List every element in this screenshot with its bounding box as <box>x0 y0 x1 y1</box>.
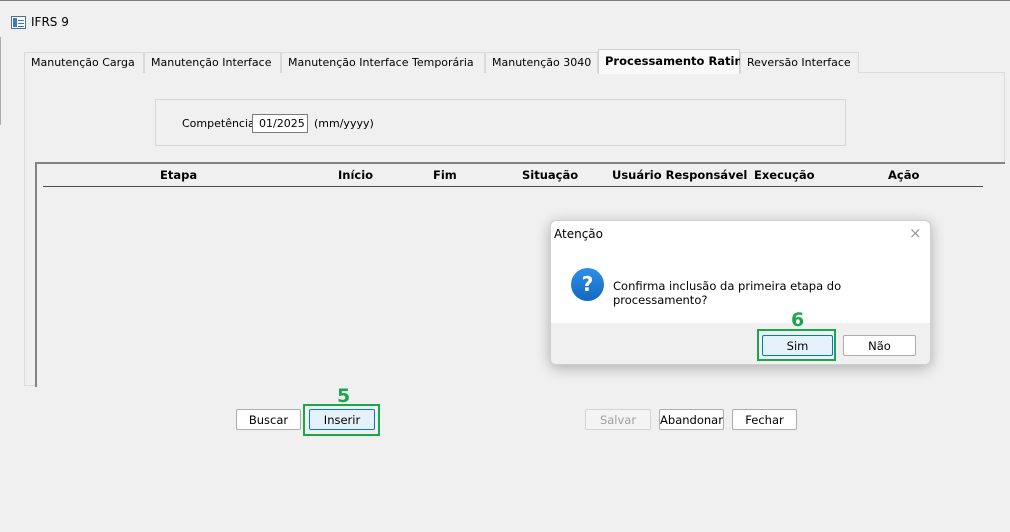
grid-header-divider <box>43 186 983 187</box>
close-icon[interactable]: × <box>909 224 922 242</box>
question-icon: ? <box>571 268 604 301</box>
salvar-button[interactable]: Salvar <box>585 409 651 430</box>
competencia-input[interactable]: 01/2025 <box>252 114 308 133</box>
dialog-title: Atenção <box>554 227 603 241</box>
tab-reversao-interface[interactable]: Reversão Interface <box>740 52 859 73</box>
column-etapa[interactable]: Etapa <box>160 168 197 182</box>
app-icon <box>11 16 26 29</box>
step-number-5: 5 <box>337 385 351 407</box>
nao-button[interactable]: Não <box>843 335 916 356</box>
grid-header: Etapa Início Fim Situação Usuário Respon… <box>37 164 1003 188</box>
tab-processamento-rating[interactable]: Processamento Rating <box>598 49 751 74</box>
competencia-label: Competência <box>182 117 255 130</box>
column-inicio[interactable]: Início <box>338 168 373 182</box>
abandonar-button[interactable]: Abandonar <box>659 409 724 430</box>
title-bar: IFRS 9 <box>0 2 1010 32</box>
buscar-button[interactable]: Buscar <box>236 409 301 430</box>
column-acao[interactable]: Ação <box>888 168 919 182</box>
competencia-format-hint: (mm/yyyy) <box>314 117 374 130</box>
window-edge <box>0 37 10 125</box>
confirm-dialog: Atenção × ? Confirma inclusão da primeir… <box>550 220 931 365</box>
dialog-button-bar: Sim Não <box>551 323 930 364</box>
column-fim[interactable]: Fim <box>433 168 457 182</box>
step-number-6: 6 <box>791 309 805 331</box>
fechar-button[interactable]: Fechar <box>732 409 797 430</box>
tab-manutencao-carga[interactable]: Manutenção Carga <box>24 52 144 73</box>
tab-manutencao-interface-temporaria[interactable]: Manutenção Interface Temporária <box>281 52 485 73</box>
tab-manutencao-3040[interactable]: Manutenção 3040 <box>485 52 598 73</box>
dialog-message: Confirma inclusão da primeira etapa do p… <box>613 279 842 307</box>
column-usuario-responsavel[interactable]: Usuário Responsável <box>612 168 747 182</box>
tab-manutencao-interface[interactable]: Manutenção Interface <box>144 52 281 73</box>
column-situacao[interactable]: Situação <box>522 168 578 182</box>
column-execucao[interactable]: Execução <box>754 168 815 182</box>
window-title: IFRS 9 <box>31 15 69 29</box>
inserir-highlight <box>303 404 380 436</box>
sim-highlight <box>757 329 836 361</box>
